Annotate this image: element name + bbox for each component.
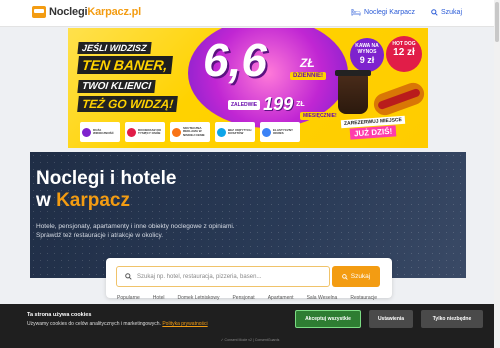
cookie-text: Używamy cookies do celów analitycznych i… (27, 321, 208, 327)
banner-price: 6,6 (203, 34, 267, 86)
shield-icon (217, 127, 226, 137)
bed-icon: 🛏 (350, 8, 362, 17)
cookie-title: Ta strona używa cookies (27, 312, 92, 318)
cookie-actions: Akceptuj wszystkie Ustawienia Tylko niez… (295, 310, 483, 328)
page-scrollbar[interactable] (494, 0, 500, 348)
category-apartament[interactable]: Apartament (268, 295, 294, 301)
category-pensjonat[interactable]: Pensjonat (232, 295, 254, 301)
search-input[interactable]: Szukaj np. hotel, restauracja, pizzeria,… (116, 266, 330, 287)
category-list: Popularne Hotel Domek Letniskowy Pensjon… (117, 295, 377, 301)
feature-item: ELASTYCZNY OKRES (260, 122, 300, 142)
top-nav: 🛏 Noclegi Karpacz Szukaj (351, 8, 462, 17)
reserve-cta: JUŻ DZIŚ! (349, 125, 397, 140)
consent-footer: ✓ Consent Mode v2 | ConsentGuards (220, 338, 280, 342)
scrollbar-thumb[interactable] (495, 2, 499, 42)
banner-headline: JEŚLI WIDZISZ TEN BANER, TWOI KLIENCI TE… (77, 38, 188, 114)
feature-item: DOCIERASZ DO TYSIĘCY OSÓB (125, 122, 165, 142)
monthly-price: ZALEDWIE 199 ZŁ (228, 94, 305, 115)
page-title: Noclegi i hotele w Karpacz (36, 168, 177, 211)
search-icon (125, 273, 132, 280)
category-restauracje[interactable]: Restauracje (350, 295, 377, 301)
necessary-only-button[interactable]: Tylko niezbędne (421, 310, 483, 328)
nav-noclegi-karpacz[interactable]: 🛏 Noclegi Karpacz (351, 8, 415, 17)
site-logo[interactable]: NoclegiKarpacz.pl (32, 6, 141, 18)
feature-item: DUŻA WIDOCZNOŚĆ (80, 122, 120, 142)
hero-description: Hotele, pensjonaty, apartamenty i inne o… (36, 223, 235, 240)
feature-item: BEZ UKRYTYCH KOSZTÓW (215, 122, 255, 142)
search-card: Szukaj np. hotel, restauracja, pizzeria,… (106, 258, 392, 298)
hotdog-price-badge: HOT DOG 12 zł (386, 36, 422, 72)
eye-icon (82, 127, 91, 137)
accept-all-button[interactable]: Akceptuj wszystkie (295, 310, 361, 328)
logo-text: NoclegiKarpacz.pl (49, 6, 141, 18)
category-popularne[interactable]: Popularne (117, 295, 140, 301)
hotdog-icon (370, 79, 428, 119)
monthly-badge: MIESIĘCZNIE! (300, 112, 340, 120)
cookie-settings-button[interactable]: Ustawienia (369, 310, 413, 328)
nav-search[interactable]: Szukaj (431, 8, 462, 17)
coffee-price-badge: KAWA NA WYNOS 9 zł (350, 38, 384, 72)
feature-item: SKUTECZNA REKLAMA W NISKIEJ CENIE (170, 122, 210, 142)
search-placeholder: Szukaj np. hotel, restauracja, pizzeria,… (137, 273, 262, 280)
chart-icon (172, 127, 181, 137)
bed-logo-icon (32, 6, 46, 18)
coffee-cup-icon (335, 70, 371, 114)
category-sala-weselna[interactable]: Sala Weselna (307, 295, 338, 301)
people-icon (127, 127, 136, 137)
cookie-banner: Ta strona używa cookies Używamy cookies … (0, 304, 494, 348)
search-icon (431, 9, 438, 16)
site-header: NoclegiKarpacz.pl 🛏 Noclegi Karpacz Szuk… (0, 0, 500, 27)
daily-badge: DZIENNIE! (290, 72, 326, 80)
category-hotel[interactable]: Hotel (153, 295, 165, 301)
calendar-icon (262, 127, 271, 137)
banner-price-unit: ZŁ (300, 56, 315, 70)
privacy-policy-link[interactable]: Polityka prywatności (162, 321, 207, 327)
banner-features: DUŻA WIDOCZNOŚĆ DOCIERASZ DO TYSIĘCY OSÓ… (80, 122, 300, 142)
category-domek[interactable]: Domek Letniskowy (177, 295, 219, 301)
search-icon (341, 273, 348, 280)
search-button[interactable]: Szukaj (332, 266, 380, 287)
ad-banner[interactable]: JEŚLI WIDZISZ TEN BANER, TWOI KLIENCI TE… (68, 28, 428, 148)
